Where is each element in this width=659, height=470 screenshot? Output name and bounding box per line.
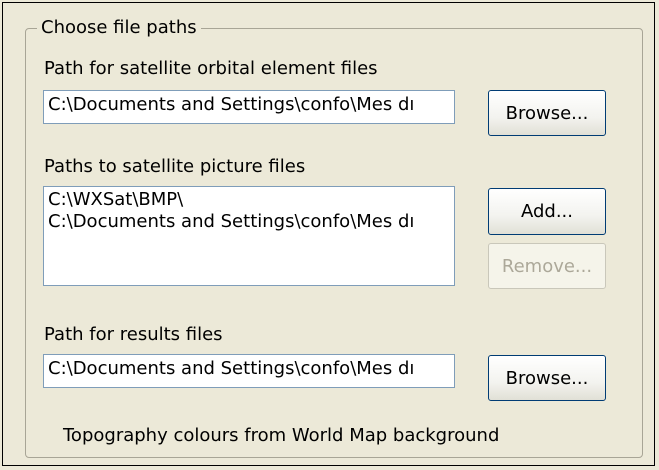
results-path-label: Path for results files [44,324,223,345]
orbital-browse-button[interactable]: Browse... [488,90,606,136]
results-path-input[interactable]: C:\Documents and Settings\confo\Mes dı [43,354,455,388]
orbital-path-label: Path for satellite orbital element files [44,58,378,79]
orbital-path-input[interactable]: C:\Documents and Settings\confo\Mes dı [43,90,455,124]
list-item[interactable]: C:\WXSat\BMP\ [48,189,450,211]
remove-path-button[interactable]: Remove... [488,243,606,289]
add-path-button[interactable]: Add... [488,188,606,235]
picture-paths-list[interactable]: C:\WXSat\BMP\ C:\Documents and Settings\… [43,186,455,286]
groupbox-title: Choose file paths [37,16,201,40]
topography-colours-label: Topography colours from World Map backgr… [63,425,500,446]
picture-paths-label: Paths to satellite picture files [44,156,306,177]
results-browse-button[interactable]: Browse... [488,355,606,401]
list-item[interactable]: C:\Documents and Settings\confo\Mes dı [48,211,450,233]
